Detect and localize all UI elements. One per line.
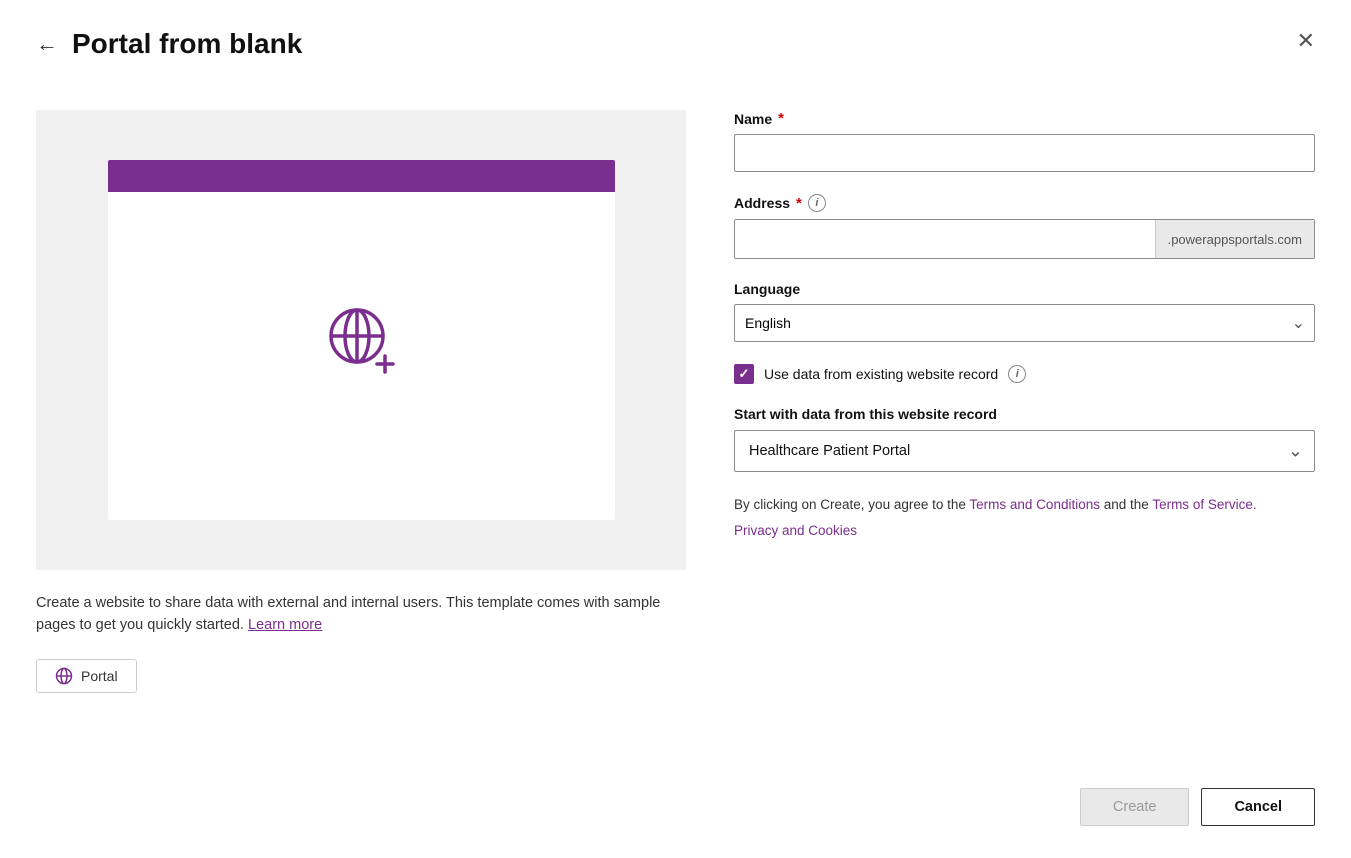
terms-conditions-link[interactable]: Terms and Conditions [969, 497, 1100, 512]
address-input[interactable] [735, 220, 1155, 258]
left-panel: Create a website to share data with exte… [36, 110, 686, 760]
portal-badge[interactable]: Portal [36, 659, 137, 693]
dialog-body: Create a website to share data with exte… [0, 80, 1351, 760]
existing-website-checkbox-row[interactable]: ✓ Use data from existing website record … [734, 364, 1315, 384]
right-panel: Name * Address * i .powerappsportals.com [734, 110, 1315, 760]
checkbox-info-icon[interactable]: i [1008, 365, 1026, 383]
dialog-title: Portal from blank [72, 28, 302, 60]
back-button[interactable]: ← [36, 31, 58, 57]
preview-inner [108, 160, 615, 520]
globe-plus-icon [317, 296, 405, 384]
consent-text: By clicking on Create, you agree to the … [734, 494, 1315, 541]
existing-website-checkbox-label: Use data from existing website record [764, 366, 998, 382]
name-required: * [778, 110, 784, 127]
website-record-section: Start with data from this website record… [734, 406, 1315, 472]
privacy-cookies-link[interactable]: Privacy and Cookies [734, 520, 1315, 542]
name-field-group: Name * [734, 110, 1315, 172]
address-label: Address * i [734, 194, 1315, 212]
address-required: * [796, 195, 802, 212]
language-label: Language [734, 281, 1315, 297]
website-record-select[interactable]: Healthcare Patient Portal [734, 430, 1315, 472]
language-select[interactable]: English French German Spanish [734, 304, 1315, 342]
dialog: ← Portal from blank ✕ [0, 0, 1351, 858]
website-record-dropdown-wrapper: Healthcare Patient Portal ⌄ [734, 430, 1315, 472]
existing-website-checkbox[interactable]: ✓ [734, 364, 754, 384]
address-info-icon[interactable]: i [808, 194, 826, 212]
cancel-button[interactable]: Cancel [1201, 788, 1315, 826]
dialog-header: ← Portal from blank ✕ [0, 0, 1351, 80]
learn-more-link[interactable]: Learn more [248, 617, 322, 633]
address-input-wrapper: .powerappsportals.com [734, 219, 1315, 259]
dialog-footer: Create Cancel [0, 760, 1351, 858]
checkbox-check: ✓ [739, 366, 750, 382]
name-label: Name * [734, 110, 1315, 127]
create-button[interactable]: Create [1080, 788, 1190, 826]
language-select-wrapper: English French German Spanish ⌄ [734, 304, 1315, 342]
website-record-label: Start with data from this website record [734, 406, 1315, 422]
address-suffix: .powerappsportals.com [1155, 220, 1314, 258]
terms-service-link[interactable]: Terms of Service. [1152, 497, 1256, 512]
badge-label: Portal [81, 668, 118, 684]
badge-globe-icon [55, 667, 73, 685]
language-field-group: Language English French German Spanish ⌄ [734, 281, 1315, 342]
address-field-group: Address * i .powerappsportals.com [734, 194, 1315, 259]
preview-header-bar [108, 160, 615, 192]
name-input[interactable] [734, 134, 1315, 172]
preview-box [36, 110, 686, 570]
description-text: Create a website to share data with exte… [36, 592, 686, 637]
close-button[interactable]: ✕ [1297, 28, 1315, 54]
